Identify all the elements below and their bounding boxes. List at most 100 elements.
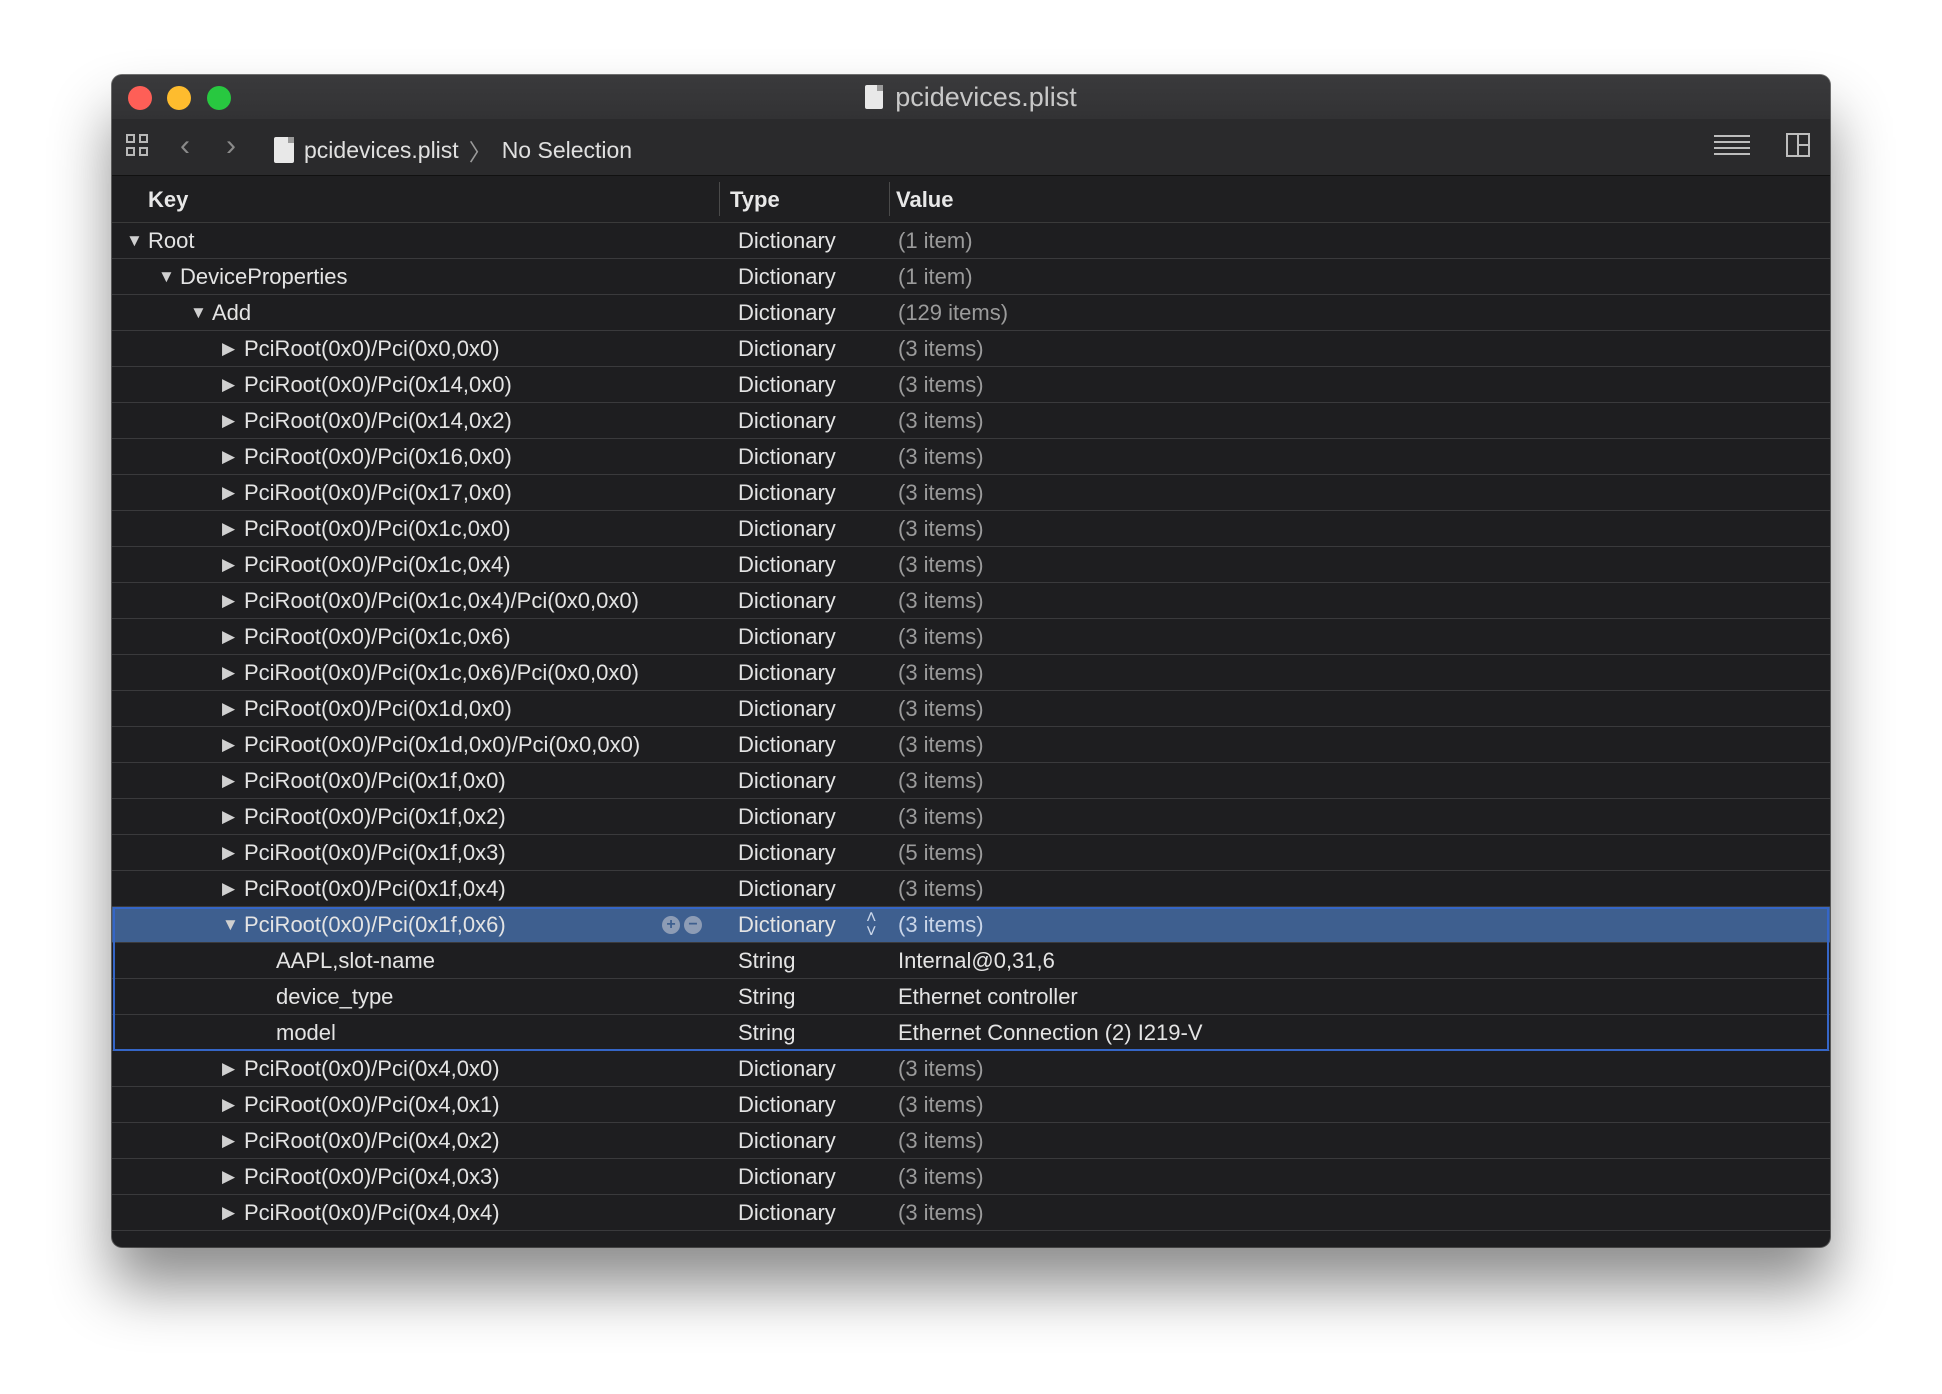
disclosure-collapsed-icon[interactable]: ▶ (222, 411, 244, 431)
table-row[interactable]: ▼ Add Dictionary (129 items) (112, 295, 1830, 331)
row-value[interactable]: (1 item) (898, 264, 973, 290)
row-key[interactable]: PciRoot(0x0)/Pci(0x14,0x2) (244, 408, 512, 434)
row-type[interactable]: String (738, 1020, 795, 1046)
table-row[interactable]: ▶ PciRoot(0x0)/Pci(0x1c,0x4) Dictionary (3 … (112, 547, 1830, 583)
row-key[interactable]: PciRoot(0x0)/Pci(0x1d,0x0) (244, 696, 512, 722)
disclosure-collapsed-icon[interactable]: ▶ (222, 447, 244, 467)
table-row[interactable]: ▶ PciRoot(0x0)/Pci(0x1c,0x6) Dictionary (3 … (112, 619, 1830, 655)
add-item-icon[interactable]: + (662, 916, 680, 934)
row-key[interactable]: PciRoot(0x0)/Pci(0x1f,0x3) (244, 840, 506, 866)
row-value[interactable]: (3 items) (898, 696, 984, 722)
row-value[interactable]: (3 items) (898, 408, 984, 434)
table-row[interactable]: ▼ Root Dictionary (1 item) (112, 223, 1830, 259)
disclosure-collapsed-icon[interactable]: ▶ (222, 1059, 244, 1079)
back-button[interactable]: ‹ (180, 131, 190, 161)
type-stepper-icon[interactable]: ˄ ˅ (866, 908, 877, 940)
remove-item-icon[interactable]: − (684, 916, 702, 934)
row-key[interactable]: PciRoot(0x0)/Pci(0x4,0x2) (244, 1128, 500, 1154)
zoom-button[interactable] (207, 86, 231, 110)
table-row[interactable]: ▶ PciRoot(0x0)/Pci(0x14,0x2) Dictionary (3 … (112, 403, 1830, 439)
table-row[interactable]: ▶ PciRoot(0x0)/Pci(0x16,0x0) Dictionary (3 … (112, 439, 1830, 475)
row-type[interactable]: Dictionary (738, 1092, 836, 1118)
column-divider[interactable] (889, 182, 890, 216)
disclosure-collapsed-icon[interactable]: ▶ (222, 627, 244, 647)
table-row[interactable]: ▶ PciRoot(0x0)/Pci(0x4,0x2) Dictionary (3 i… (112, 1123, 1830, 1159)
add-editor-icon[interactable] (1786, 133, 1810, 157)
disclosure-collapsed-icon[interactable]: ▶ (222, 483, 244, 503)
row-key[interactable]: Root (148, 228, 194, 254)
disclosure-collapsed-icon[interactable]: ▶ (222, 879, 244, 899)
disclosure-collapsed-icon[interactable]: ▶ (222, 663, 244, 683)
row-key[interactable]: PciRoot(0x0)/Pci(0x1c,0x4)/Pci(0x0,0x0) (244, 588, 639, 614)
row-value[interactable]: Ethernet controller (898, 984, 1078, 1010)
row-type[interactable]: Dictionary (738, 300, 836, 326)
breadcrumb-file[interactable]: pcidevices.plist (304, 137, 459, 164)
related-items-icon[interactable] (126, 134, 152, 160)
row-value[interactable]: (3 items) (898, 1056, 984, 1082)
row-type[interactable]: Dictionary (738, 264, 836, 290)
row-value[interactable]: (3 items) (898, 444, 984, 470)
disclosure-collapsed-icon[interactable]: ▶ (222, 771, 244, 791)
row-value[interactable]: (3 items) (898, 912, 984, 938)
table-row[interactable]: AAPL,slot-name String Internal@0,31,6 (112, 943, 1830, 979)
row-type[interactable]: Dictionary (738, 804, 836, 830)
table-row[interactable]: ▶ PciRoot(0x0)/Pci(0x4,0x4) Dictionary (3 i… (112, 1195, 1830, 1231)
table-row[interactable]: model String Ethernet Connection (2) I219-… (112, 1015, 1830, 1051)
row-type[interactable]: Dictionary (738, 444, 836, 470)
row-key[interactable]: PciRoot(0x0)/Pci(0x14,0x0) (244, 372, 512, 398)
table-row[interactable]: device_type String Ethernet controller (112, 979, 1830, 1015)
row-type[interactable]: Dictionary (738, 480, 836, 506)
row-type[interactable]: Dictionary (738, 696, 836, 722)
disclosure-collapsed-icon[interactable]: ▶ (222, 699, 244, 719)
row-type[interactable]: Dictionary (738, 912, 836, 938)
row-value[interactable]: Internal@0,31,6 (898, 948, 1055, 974)
row-value[interactable]: (3 items) (898, 804, 984, 830)
row-type[interactable]: Dictionary (738, 732, 836, 758)
table-row[interactable]: ▶ PciRoot(0x0)/Pci(0x1f,0x4) Dictionary (3 … (112, 871, 1830, 907)
row-value[interactable]: (3 items) (898, 1128, 984, 1154)
row-value[interactable]: (3 items) (898, 660, 984, 686)
table-row[interactable]: ▶ PciRoot(0x0)/Pci(0x14,0x0) Dictionary (3 … (112, 367, 1830, 403)
table-row[interactable]: ▼ DeviceProperties Dictionary (1 item) (112, 259, 1830, 295)
disclosure-collapsed-icon[interactable]: ▶ (222, 519, 244, 539)
row-key[interactable]: PciRoot(0x0)/Pci(0x4,0x4) (244, 1200, 500, 1226)
close-button[interactable] (128, 86, 152, 110)
row-key[interactable]: PciRoot(0x0)/Pci(0x1f,0x4) (244, 876, 506, 902)
table-row[interactable]: ▶ PciRoot(0x0)/Pci(0x1c,0x4)/Pci(0x0,0x0)… (112, 583, 1830, 619)
row-key[interactable]: PciRoot(0x0)/Pci(0x1c,0x0) (244, 516, 511, 542)
disclosure-collapsed-icon[interactable]: ▶ (222, 807, 244, 827)
row-type[interactable]: Dictionary (738, 768, 836, 794)
row-type[interactable]: Dictionary (738, 1164, 836, 1190)
row-key[interactable]: PciRoot(0x0)/Pci(0x1d,0x0)/Pci(0x0,0x0) (244, 732, 640, 758)
table-row[interactable]: ▶ PciRoot(0x0)/Pci(0x1f,0x3) Dictionary (5 … (112, 835, 1830, 871)
disclosure-collapsed-icon[interactable]: ▶ (222, 1095, 244, 1115)
row-type[interactable]: Dictionary (738, 552, 836, 578)
row-value[interactable]: (3 items) (898, 624, 984, 650)
disclosure-collapsed-icon[interactable]: ▶ (222, 591, 244, 611)
row-type[interactable]: Dictionary (738, 336, 836, 362)
row-type[interactable]: Dictionary (738, 876, 836, 902)
disclosure-collapsed-icon[interactable]: ▶ (222, 1167, 244, 1187)
breadcrumb-selection[interactable]: No Selection (502, 137, 632, 164)
row-key[interactable]: device_type (276, 984, 393, 1010)
row-value[interactable]: (5 items) (898, 840, 984, 866)
forward-button[interactable]: › (226, 131, 236, 161)
row-value[interactable]: (3 items) (898, 732, 984, 758)
disclosure-collapsed-icon[interactable]: ▶ (222, 735, 244, 755)
table-row[interactable]: ▶ PciRoot(0x0)/Pci(0x1d,0x0)/Pci(0x0,0x0)… (112, 727, 1830, 763)
disclosure-expanded-icon[interactable]: ▼ (222, 915, 244, 935)
row-type[interactable]: Dictionary (738, 840, 836, 866)
row-type[interactable]: Dictionary (738, 408, 836, 434)
disclosure-collapsed-icon[interactable]: ▶ (222, 339, 244, 359)
disclosure-collapsed-icon[interactable]: ▶ (222, 555, 244, 575)
row-value[interactable]: (129 items) (898, 300, 1008, 326)
column-type[interactable]: Type (730, 187, 780, 213)
row-type[interactable]: Dictionary (738, 1056, 836, 1082)
table-row[interactable]: ▶ PciRoot(0x0)/Pci(0x4,0x1) Dictionary (3 i… (112, 1087, 1830, 1123)
row-key[interactable]: PciRoot(0x0)/Pci(0x4,0x1) (244, 1092, 500, 1118)
row-key[interactable]: PciRoot(0x0)/Pci(0x1c,0x4) (244, 552, 511, 578)
table-row[interactable]: ▶ PciRoot(0x0)/Pci(0x1f,0x0) Dictionary (3 … (112, 763, 1830, 799)
row-key[interactable]: PciRoot(0x0)/Pci(0x1f,0x6) (244, 912, 506, 938)
table-row[interactable]: ▶ PciRoot(0x0)/Pci(0x1d,0x0) Dictionary (3 … (112, 691, 1830, 727)
row-value[interactable]: (3 items) (898, 480, 984, 506)
